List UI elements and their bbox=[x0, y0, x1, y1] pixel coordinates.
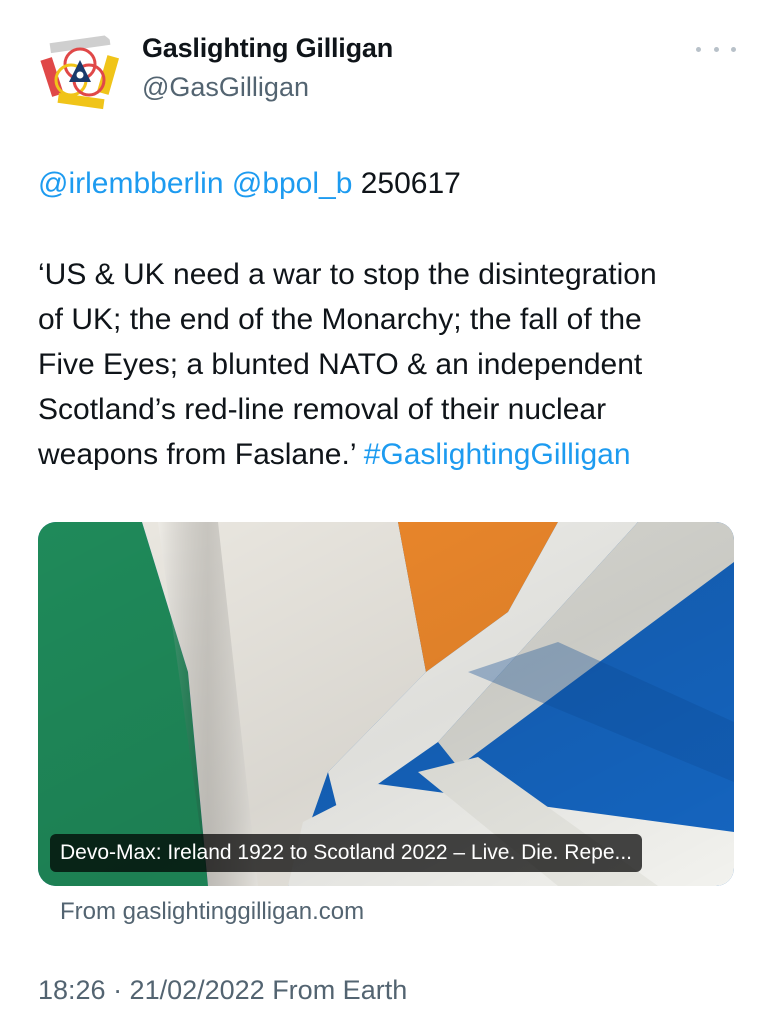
author-handle[interactable]: @GasGilligan bbox=[142, 69, 309, 105]
link-card-source[interactable]: From gaslightinggilligan.com bbox=[60, 896, 364, 928]
more-dot-icon bbox=[731, 46, 736, 52]
tweet-text-line-last: weapons from Faslane.’ #GaslightingGilli… bbox=[38, 432, 738, 477]
author-name[interactable]: Gaslighting Gilligan bbox=[142, 30, 393, 66]
more-dot-icon bbox=[696, 46, 701, 52]
mention-link[interactable]: @irlembberlin bbox=[38, 167, 224, 200]
more-dot-icon bbox=[713, 46, 719, 52]
tweet-timestamp[interactable]: 18:26 · 21/02/2022 From Earth bbox=[38, 972, 407, 1008]
mention-link[interactable]: @bpol_b bbox=[232, 167, 353, 200]
tweet-text-line: ‘US & UK need a war to stop the disinteg… bbox=[38, 258, 657, 291]
tweet-text-line: Five Eyes; a blunted NATO & an independe… bbox=[38, 348, 643, 381]
triangular-knot-emblem-icon bbox=[36, 28, 124, 116]
link-card[interactable]: Devo-Max: Ireland 1922 to Scotland 2022 … bbox=[38, 522, 734, 886]
tweet-text-line: Scotland’s red-line removal of their nuc… bbox=[38, 393, 607, 426]
mention-suffix: 250617 bbox=[360, 167, 461, 200]
link-card-title: Devo-Max: Ireland 1922 to Scotland 2022 … bbox=[50, 834, 643, 872]
tweet: Gaslighting Gilligan @GasGilligan @irlem… bbox=[0, 0, 772, 1023]
avatar[interactable] bbox=[36, 28, 124, 116]
tweet-text: ‘US & UK need a war to stop the disinteg… bbox=[38, 252, 738, 477]
tweet-text-line: of UK; the end of the Monarchy; the fall… bbox=[38, 303, 642, 336]
mention-line: @irlembberlin @bpol_b 250617 bbox=[38, 164, 461, 204]
irish-and-scottish-flags-image bbox=[38, 522, 734, 886]
more-options-button[interactable] bbox=[696, 38, 736, 60]
hashtag-link[interactable]: #GaslightingGilligan bbox=[364, 438, 631, 471]
tweet-text-line: weapons from Faslane.’ bbox=[38, 438, 356, 471]
